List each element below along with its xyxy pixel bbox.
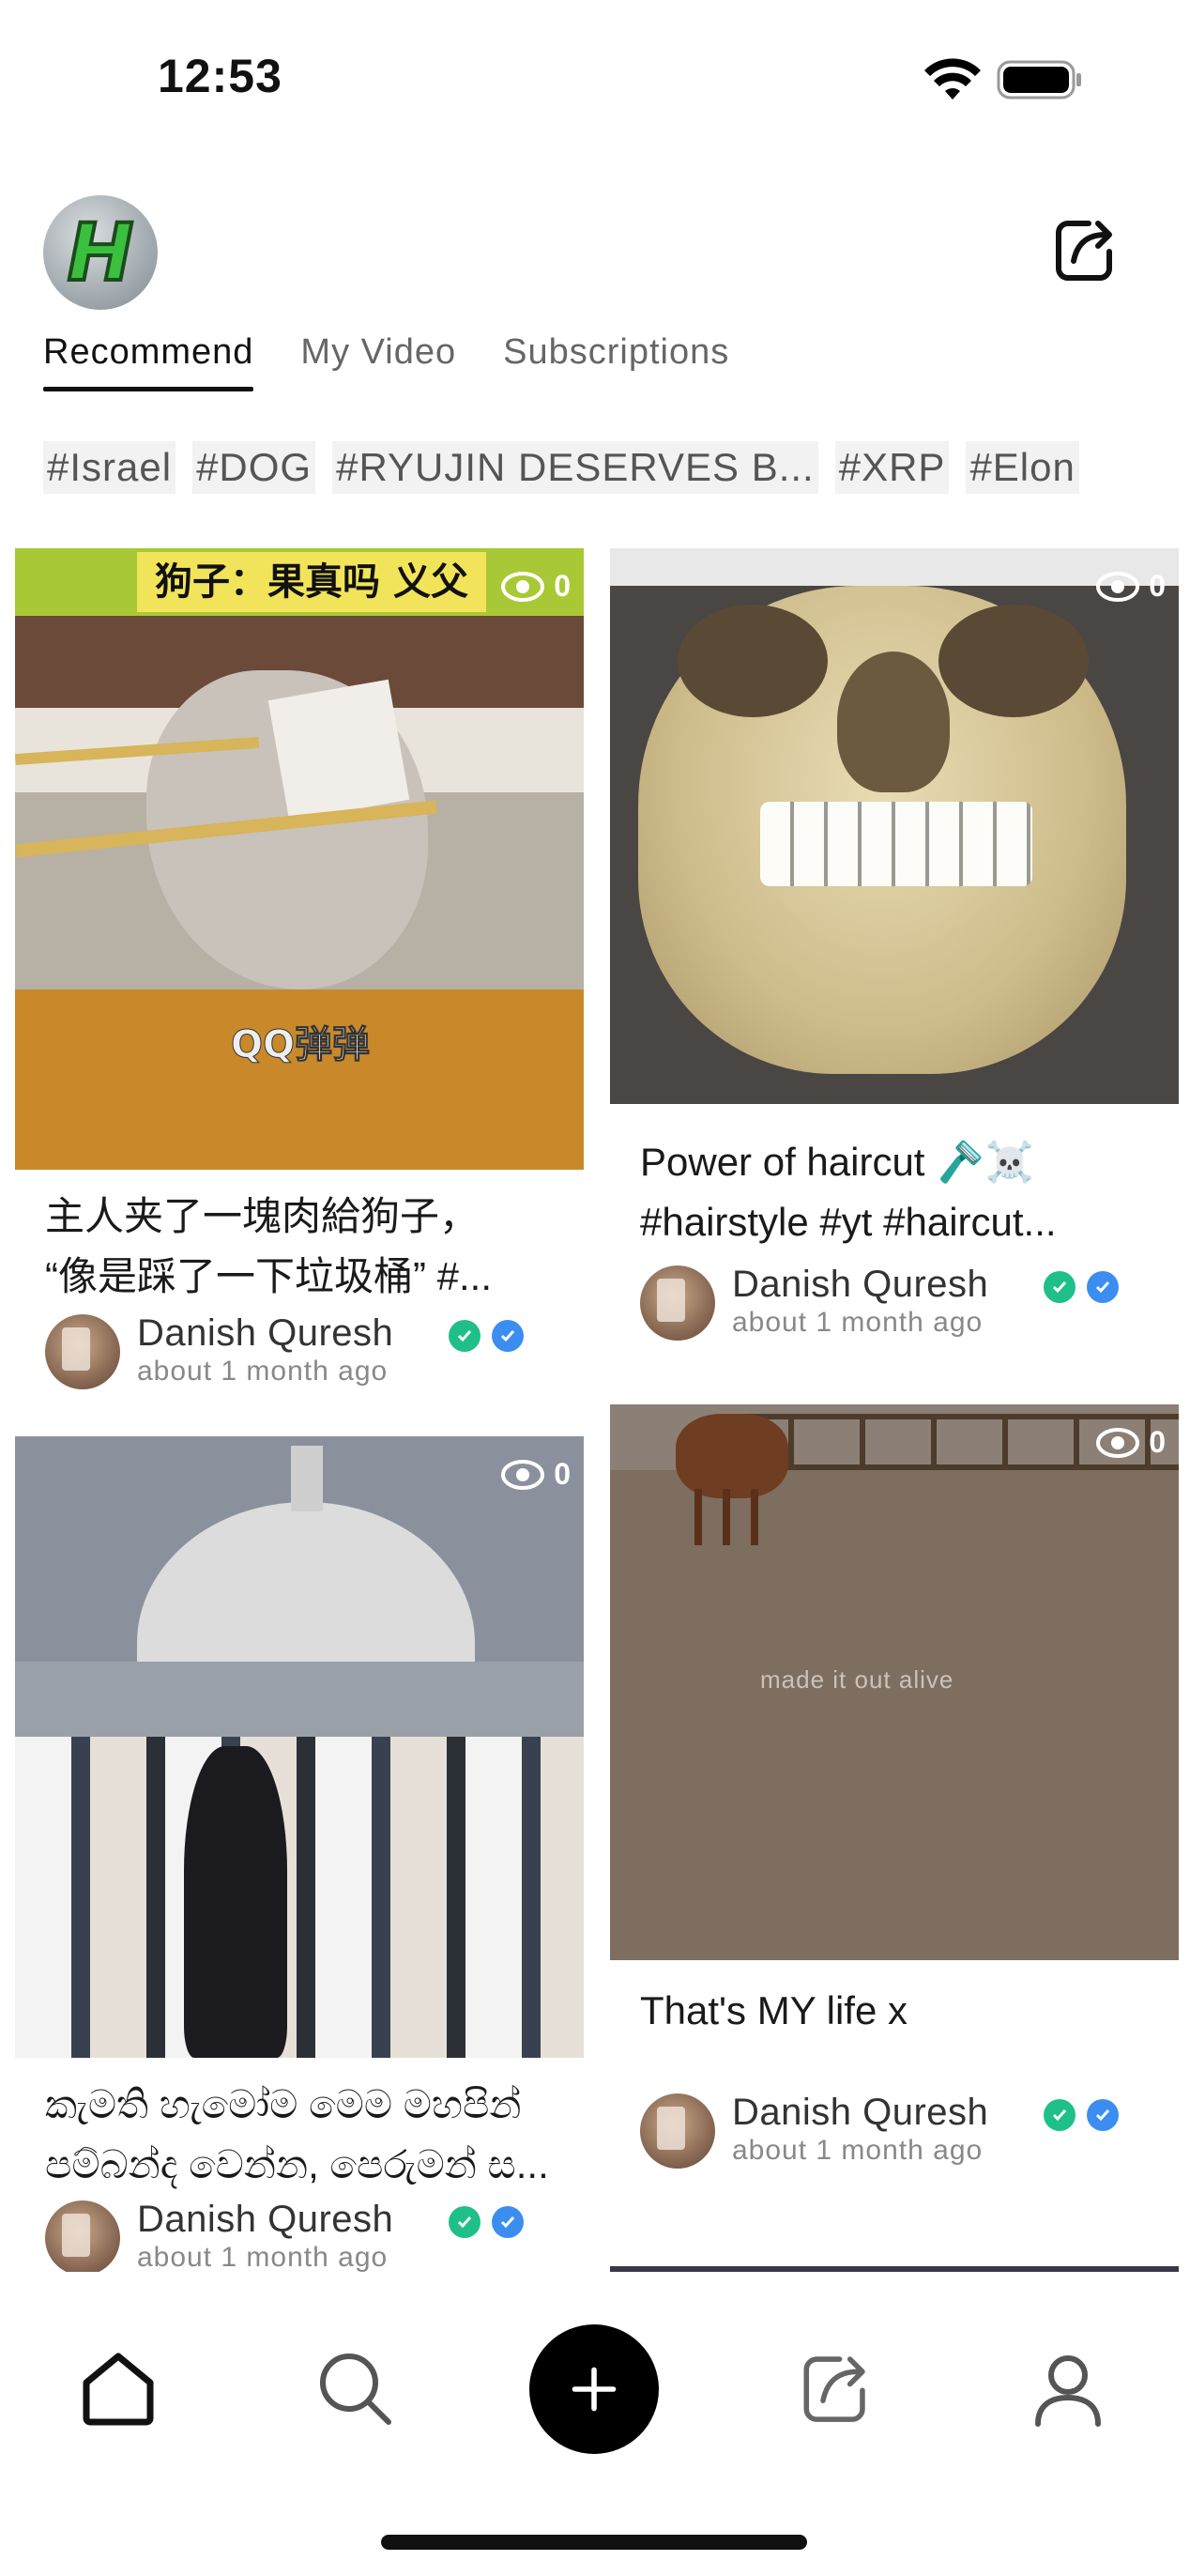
thumbnail-subtitle: made it out alive <box>760 1665 954 1694</box>
bottom-nav <box>0 2272 1190 2488</box>
wifi-icon <box>924 58 981 100</box>
verified-badge-icon <box>1087 1271 1119 1303</box>
hashtag-bar: #Israel #DOG #RYUJIN DESERVES B... #XRP … <box>43 441 1079 494</box>
author-name[interactable]: Danish Quresh <box>732 1264 988 1306</box>
eye-icon <box>1096 1427 1140 1458</box>
author-row[interactable]: Danish Quresh about 1 month ago <box>640 1264 1166 1341</box>
video-caption[interactable]: 主人夹了一塊肉給狗子， “像是踩了一下垃圾桶” #... <box>45 1187 571 1307</box>
verified-check-icon <box>1044 1271 1076 1303</box>
video-card[interactable]: made it out alive 0 That's MY life x Dan… <box>610 1404 1179 2231</box>
author-row[interactable]: Danish Quresh about 1 month ago <box>45 1312 571 1389</box>
eye-icon <box>1096 571 1140 602</box>
avatar[interactable] <box>640 1265 715 1341</box>
verified-badge-icon <box>1087 2099 1119 2131</box>
post-time: about 1 month ago <box>137 2242 389 2273</box>
author-row[interactable]: Danish Quresh about 1 month ago <box>45 2199 571 2276</box>
share-icon[interactable] <box>794 2349 873 2428</box>
stupa-spire <box>291 1446 323 1511</box>
status-bar: 12:53 <box>0 0 1190 160</box>
battery-icon <box>997 60 1081 100</box>
view-count-value: 0 <box>554 1457 571 1491</box>
video-card[interactable]: 0 Power of haircut 🪒☠️ #hairstyle #yt #h… <box>610 548 1179 1365</box>
verified-badge-icon <box>492 2206 524 2238</box>
tab-my-video[interactable]: My Video <box>300 330 456 373</box>
caption-line: 主人夹了一塊肉給狗子， <box>45 1194 480 1238</box>
eye-icon <box>501 571 545 602</box>
video-thumbnail[interactable]: made it out alive 0 <box>610 1404 1179 1960</box>
hashtag-chip[interactable]: #RYUJIN DESERVES B... <box>332 441 818 494</box>
tab-recommend[interactable]: Recommend <box>43 330 254 391</box>
thumbnail-banner: 狗子：果真吗 义父 <box>137 552 486 612</box>
add-video-button[interactable] <box>529 2324 659 2454</box>
plus-icon <box>572 2367 617 2412</box>
view-count: 0 <box>501 1457 571 1492</box>
caption-line: කැමති හැමෝම මෙම මහපින් <box>45 2082 522 2126</box>
building <box>15 1662 584 1746</box>
verified-badge-icon <box>492 1320 524 1352</box>
video-card[interactable]: 0 කැමති හැමෝම මෙම මහපින් පම්බන්ද වෙන්න, … <box>15 1436 584 2281</box>
avatar[interactable] <box>45 1314 120 1389</box>
view-count: 0 <box>1096 569 1166 604</box>
feed-tabs: Recommend My Video Subscriptions <box>43 330 729 396</box>
food-shape <box>267 679 410 821</box>
hashtag-chip[interactable]: #DOG <box>192 441 316 494</box>
caption-line: “像是踩了一下垃圾桶” #... <box>45 1254 493 1298</box>
video-thumbnail[interactable]: 狗子：果真吗 义父 QQ弹弹 0 <box>15 548 584 1170</box>
home-icon[interactable] <box>79 2349 158 2428</box>
caption-line: #hairstyle #yt #haircut... <box>640 1200 1057 1244</box>
search-icon[interactable] <box>315 2349 394 2428</box>
verified-check-icon <box>449 1320 481 1352</box>
skull-teeth <box>760 802 1032 886</box>
verified-check-icon <box>1044 2099 1076 2131</box>
hashtag-chip[interactable]: #Elon <box>966 441 1079 494</box>
author-name[interactable]: Danish Quresh <box>137 1312 393 1355</box>
thumbnail-subtitle: QQ弹弹 <box>230 1023 371 1067</box>
author-name[interactable]: Danish Quresh <box>732 2092 988 2134</box>
caption-line: පම්බන්ද වෙන්න, පෙරුමන් ස... <box>45 2142 549 2186</box>
home-indicator <box>381 2535 807 2550</box>
skull-nose <box>837 652 950 792</box>
view-count-value: 0 <box>1149 1425 1166 1459</box>
caption-line: That's MY life x <box>640 1988 908 2032</box>
video-caption[interactable]: That's MY life x <box>640 1981 1166 2041</box>
author-row[interactable]: Danish Quresh about 1 month ago <box>640 2092 1166 2169</box>
horse-legs <box>694 1489 770 1545</box>
thumbnail-top-strip <box>610 548 1179 586</box>
eye-icon <box>501 1459 545 1490</box>
hashtag-chip[interactable]: #XRP <box>834 441 950 494</box>
verified-check-icon <box>449 2206 481 2238</box>
person-hair <box>184 1746 287 2058</box>
author-name[interactable]: Danish Quresh <box>137 2199 393 2241</box>
hashtag-chip[interactable]: #Israel <box>43 441 176 494</box>
skull-eye <box>938 605 1089 717</box>
profile-icon[interactable] <box>1029 2349 1107 2428</box>
video-thumbnail[interactable]: 0 <box>610 548 1179 1104</box>
crowd <box>15 1737 584 2058</box>
view-count-value: 0 <box>554 569 571 603</box>
app-logo[interactable]: H <box>43 195 158 310</box>
post-time: about 1 month ago <box>732 2135 984 2166</box>
video-caption[interactable]: කැමති හැමෝම මෙම මහපින් පම්බන්ද වෙන්න, පෙ… <box>45 2075 571 2195</box>
post-time: about 1 month ago <box>137 1356 389 1387</box>
video-card[interactable]: 狗子：果真吗 义父 QQ弹弹 0 主人夹了一塊肉給狗子， “像是踩了一下垃圾桶”… <box>15 548 584 1393</box>
caption-line: Power of haircut 🪒☠️ <box>640 1140 1034 1184</box>
avatar[interactable] <box>45 2200 120 2276</box>
view-count: 0 <box>1096 1425 1166 1460</box>
horse <box>676 1414 788 1498</box>
tab-subscriptions[interactable]: Subscriptions <box>503 330 729 373</box>
video-thumbnail[interactable]: 0 <box>15 1436 584 2058</box>
post-time: about 1 month ago <box>732 1307 984 1338</box>
avatar[interactable] <box>640 2093 715 2169</box>
view-count-value: 0 <box>1149 569 1166 603</box>
share-icon[interactable] <box>1047 214 1119 285</box>
view-count: 0 <box>501 569 571 604</box>
video-caption[interactable]: Power of haircut 🪒☠️ #hairstyle #yt #hai… <box>640 1132 1166 1252</box>
status-time: 12:53 <box>158 50 282 102</box>
skull-eye <box>678 605 828 717</box>
